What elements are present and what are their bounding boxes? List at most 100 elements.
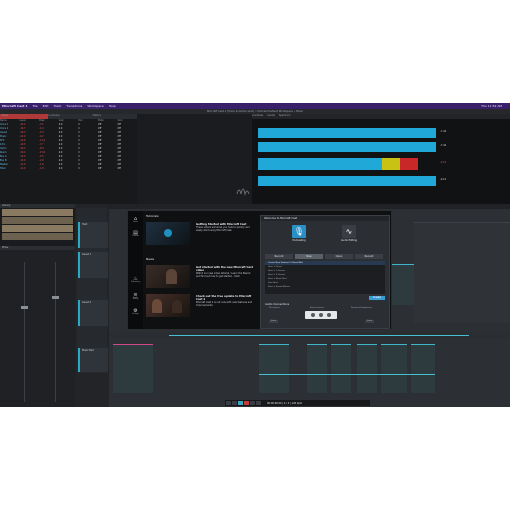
mode-podcasting[interactable]: 🎙 Podcasting bbox=[287, 225, 311, 249]
loudness-meter-panel: Loudness Levels Spectrum -7.44 -7.44 -9.… bbox=[252, 114, 510, 204]
create-button[interactable]: Create bbox=[369, 296, 385, 300]
waveform bbox=[169, 335, 469, 336]
track-header-host[interactable]: Host bbox=[78, 222, 108, 248]
audio-clip[interactable] bbox=[357, 344, 377, 393]
record-tab[interactable]: Record bbox=[265, 254, 293, 259]
tab-meter-loudness[interactable]: Loudness bbox=[252, 114, 263, 119]
app-menu[interactable]: Mixcraft Cast 1 bbox=[2, 104, 28, 108]
audio-clip[interactable] bbox=[414, 222, 510, 323]
cell-level: -11.0 bbox=[19, 167, 26, 170]
sidebar-item-label: Tutorials bbox=[132, 236, 139, 237]
audio-clip[interactable] bbox=[411, 344, 435, 393]
cell-gain: 0.0 bbox=[58, 167, 63, 170]
track-header-guest2[interactable]: Guest 2 bbox=[78, 300, 108, 326]
cell-peak: -1.8 bbox=[39, 167, 44, 170]
news-item[interactable]: Check out the free update to Mixcraft Ca… bbox=[196, 295, 254, 307]
meter-value-s: -9.12 bbox=[440, 178, 447, 181]
meter-bars: -7.44 -7.44 -9.12 -9.12 bbox=[258, 122, 498, 200]
track-name: Guest 2 bbox=[82, 301, 91, 304]
sidebar-item-podcasting[interactable]: ♨ Podcasting bbox=[131, 277, 140, 285]
sidebar-item-label: Settings bbox=[132, 314, 139, 315]
welcome-overlay: ⌂ Home ▤ Tutorials ♨ Podcasting ≋ Audio … bbox=[127, 210, 392, 330]
meter-value-l: -7.44 bbox=[440, 130, 447, 133]
news-thumbnail[interactable] bbox=[146, 294, 190, 317]
library-header: Library bbox=[0, 204, 75, 208]
fader-handle[interactable] bbox=[21, 306, 28, 309]
menu-help[interactable]: Help bbox=[109, 104, 116, 108]
track-name: Host bbox=[82, 223, 88, 226]
play-button[interactable] bbox=[238, 401, 243, 405]
mixer-strip: Mixer bbox=[0, 246, 75, 407]
transport-bar: 00:00:00.00 | 4 / 4 | 120 bpm bbox=[225, 400, 370, 406]
track-header-guest1[interactable]: Guest 1 bbox=[78, 252, 108, 278]
template-list: Create New Podcast (2 Hosts/Mix) Host + … bbox=[265, 261, 385, 294]
menu-file[interactable]: File bbox=[33, 104, 38, 108]
timeline-ruler[interactable] bbox=[109, 204, 510, 209]
sidebar-item-home[interactable]: ⌂ Home bbox=[131, 217, 140, 225]
fader-track[interactable] bbox=[24, 262, 25, 402]
news-body: Mixcraft Cast 2 is out now with new feat… bbox=[196, 301, 253, 307]
meter-bar-s bbox=[258, 176, 436, 186]
menu-track[interactable]: Track bbox=[53, 104, 61, 108]
forward-button[interactable] bbox=[250, 401, 255, 405]
fader-handle[interactable] bbox=[52, 296, 59, 299]
library-clip[interactable] bbox=[2, 217, 73, 224]
recent-tab[interactable]: Recent bbox=[355, 254, 383, 259]
open-tab[interactable]: Open bbox=[325, 254, 353, 259]
menu-transitions[interactable]: Transitions bbox=[66, 104, 82, 108]
audio-clip[interactable] bbox=[307, 344, 327, 393]
audio-interface-image bbox=[305, 311, 337, 319]
select-speakers-button[interactable]: Select bbox=[365, 320, 374, 323]
sidebar-item-settings[interactable]: ⚙ Settings bbox=[131, 309, 140, 317]
knob-icon bbox=[319, 313, 323, 317]
mix-table-rows: Voice 1 -14.2 -3.1 0.0 C Off Off Voice 2 -16.7 -4… bbox=[0, 123, 137, 171]
audio-clip[interactable] bbox=[113, 344, 153, 393]
meter-value-r: -7.44 bbox=[440, 144, 447, 147]
mode-label: Podcasting bbox=[292, 239, 306, 242]
sidebar-item-label: Podcasting bbox=[131, 282, 140, 283]
col-speakers: Speakers/Headphones bbox=[351, 307, 373, 309]
table-row[interactable]: Total -11.0 -1.8 0.0 C Off Off bbox=[0, 167, 137, 171]
mode-audio-editing[interactable]: ∿ Audio Editing bbox=[337, 225, 361, 249]
tutorial-item[interactable]: Getting Started with Mixcraft Cast These… bbox=[196, 223, 254, 232]
welcome-sidebar: ⌂ Home ▤ Tutorials ♨ Podcasting ≋ Audio … bbox=[128, 211, 143, 329]
mix-table: Mixer Loudness Meters Name Level Peak Ga… bbox=[0, 114, 137, 204]
audio-clip[interactable] bbox=[381, 344, 407, 393]
library-clip[interactable] bbox=[2, 209, 73, 216]
timecode-display: 00:00:00.00 | 4 / 4 | 120 bpm bbox=[267, 401, 303, 405]
menu-edit[interactable]: Edit bbox=[43, 104, 49, 108]
cell-mute: Off bbox=[97, 167, 102, 170]
stop-button[interactable] bbox=[232, 401, 237, 405]
sidebar-item-tutorials[interactable]: ▤ Tutorials bbox=[131, 231, 140, 239]
fader-track[interactable] bbox=[55, 262, 56, 402]
record-button[interactable] bbox=[244, 401, 249, 405]
waveform-icon: ∿ bbox=[342, 225, 356, 238]
select-mic-button[interactable]: Select bbox=[269, 320, 278, 323]
menu-workspace[interactable]: Workspace bbox=[87, 104, 103, 108]
library-clip[interactable] bbox=[2, 225, 73, 232]
tab-meter-levels[interactable]: Levels bbox=[267, 114, 275, 119]
tab-meter-spectrum[interactable]: Spectrum bbox=[279, 114, 291, 119]
loop-button[interactable] bbox=[256, 401, 261, 405]
library-clip[interactable] bbox=[2, 233, 73, 240]
audio-clip[interactable] bbox=[331, 344, 351, 393]
meter-bar-r bbox=[258, 142, 436, 152]
news-heading: News bbox=[146, 257, 155, 261]
news-body: Watch our new video tutorial, 'Learn the… bbox=[196, 272, 251, 278]
list-item[interactable]: Host + Sound Effects bbox=[265, 285, 385, 289]
news-thumbnail[interactable] bbox=[146, 265, 190, 288]
microphone-icon: 🎙 bbox=[292, 225, 306, 238]
rewind-button[interactable] bbox=[226, 401, 231, 405]
sidebar-item-audio-editing[interactable]: ≋ Audio Editing bbox=[131, 293, 140, 301]
news-item[interactable]: Get started with the new Mixcraft Cast v… bbox=[196, 266, 254, 278]
audio-connections: Audio Connections Microphone Audio Inter… bbox=[265, 303, 385, 325]
cell-solo: Off bbox=[117, 167, 121, 170]
person-icon bbox=[172, 300, 182, 313]
track-header-music[interactable]: Music Bed bbox=[78, 348, 108, 372]
knob-icon bbox=[311, 313, 315, 317]
new-tab[interactable]: New bbox=[295, 254, 323, 259]
meter-bar-m bbox=[258, 158, 382, 170]
tutorial-thumbnail[interactable] bbox=[146, 222, 190, 245]
audio-clip[interactable] bbox=[259, 344, 289, 393]
tutorial-body: These videos will show you how to quickl… bbox=[196, 226, 250, 232]
